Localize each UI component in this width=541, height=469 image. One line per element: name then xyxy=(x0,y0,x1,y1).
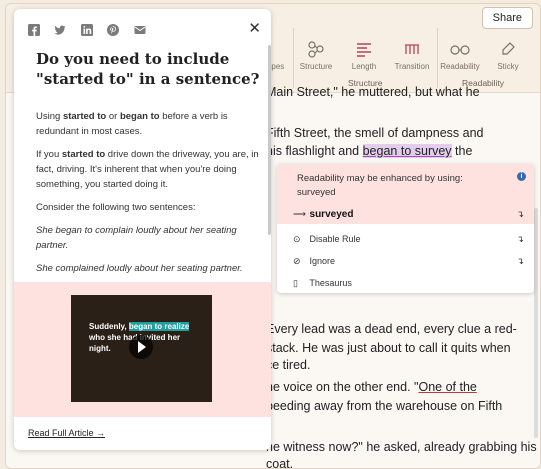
suggestion-card: Readability may be enhanced by using: su… xyxy=(277,164,534,293)
flagged-phrase[interactable]: One of the xyxy=(418,380,476,394)
book-icon: ▯ xyxy=(293,278,298,288)
article-title: Do you need to include "started to" in a… xyxy=(36,50,260,88)
text: She began to complain loudly about her s… xyxy=(36,225,237,251)
text: Disable Rule xyxy=(309,234,361,244)
example-sentence: She complained loudly about her seating … xyxy=(36,261,261,276)
doc-text: the xyxy=(455,144,473,158)
tool-label: Structure xyxy=(299,62,333,71)
tool-label: Sticky xyxy=(497,62,519,71)
close-icon[interactable]: ✕ xyxy=(248,19,261,37)
text: started to xyxy=(61,149,106,160)
share-icons xyxy=(28,23,156,41)
doc-line: Fifth Street, the smell of dampness and xyxy=(266,126,484,140)
text: surveyed xyxy=(309,209,354,220)
text: or xyxy=(106,111,120,122)
tool-sticky[interactable]: Sticky xyxy=(484,40,532,71)
replacement-option[interactable]: ⟶ surveyed xyxy=(293,209,353,220)
document-scrollbar[interactable] xyxy=(534,208,538,438)
sticky-icon xyxy=(484,40,532,58)
tool-label: Readability xyxy=(440,62,480,71)
length-icon xyxy=(340,40,388,58)
tool-transition[interactable]: Transition xyxy=(388,40,436,71)
structure-icon xyxy=(292,40,340,58)
text: Using xyxy=(36,111,63,122)
play-icon[interactable] xyxy=(129,335,153,359)
transition-icon xyxy=(388,40,436,58)
twitter-icon[interactable] xyxy=(54,23,66,35)
article-paragraph: Using started to or began to before a ve… xyxy=(36,109,261,139)
text: Thesaurus xyxy=(309,278,352,288)
text: She complained loudly about her seating … xyxy=(36,263,243,274)
linkedin-icon[interactable] xyxy=(80,23,93,36)
flagged-phrase[interactable]: began to survey xyxy=(362,144,452,158)
apply-icon[interactable]: ↴ xyxy=(516,234,524,245)
article-paragraph: If you started to drive down the drivewa… xyxy=(36,147,261,192)
doc-line: he witness now?" he asked, already grabb… xyxy=(266,440,537,454)
article-body: Using started to or began to before a ve… xyxy=(36,109,261,284)
tool-structure[interactable]: Structure xyxy=(292,40,340,71)
text: began to xyxy=(119,111,160,122)
text: Suddenly, xyxy=(89,322,129,331)
arrow-right-icon: ⟶ xyxy=(293,209,306,219)
eye-off-icon: ⊘ xyxy=(293,256,301,266)
video-player[interactable]: Suddenly, began to realize who she had i… xyxy=(71,295,212,402)
doc-line: Every lead was a dead end, every clue a … xyxy=(266,322,517,336)
disable-rule-option[interactable]: ⊙ Disable Rule xyxy=(293,234,361,245)
tool-label: Length xyxy=(351,62,377,71)
tool-readability[interactable]: Readability xyxy=(436,40,484,71)
thesaurus-option[interactable]: ▯ Thesaurus xyxy=(293,278,352,289)
doc-text: his flashlight and xyxy=(266,144,360,158)
glasses-icon xyxy=(436,40,484,58)
facebook-icon[interactable] xyxy=(28,23,40,36)
text: Read Full Article xyxy=(28,428,94,438)
apply-icon[interactable]: ↴ xyxy=(516,209,524,220)
doc-line: his flashlight and began to survey the xyxy=(266,144,472,158)
read-full-article-link[interactable]: Read Full Article → xyxy=(28,428,105,438)
tool-length[interactable]: Length xyxy=(340,40,388,71)
info-icon[interactable]: i xyxy=(517,172,526,181)
article-paragraph: Consider the following two sentences: xyxy=(36,202,196,213)
suggestion-message: Readability may be enhanced by using: su… xyxy=(297,173,463,198)
app-window: Share Tropes Structure Length Transition… xyxy=(5,3,541,469)
email-icon[interactable] xyxy=(134,23,146,35)
pinterest-icon[interactable] xyxy=(107,23,120,36)
apply-icon[interactable]: ↴ xyxy=(516,256,524,267)
doc-text: he voice on the other end. " xyxy=(266,380,419,394)
doc-line: ce tired. xyxy=(266,358,311,372)
text: Ignore xyxy=(309,256,336,266)
text: started to xyxy=(62,111,107,122)
doc-line: coat. xyxy=(266,457,294,469)
example-sentence: She began to complain loudly about her s… xyxy=(36,223,261,253)
doc-line: stack. He was just about to call it quit… xyxy=(266,341,511,355)
text: began to realize xyxy=(128,322,190,331)
arrow-right-icon: → xyxy=(96,428,106,438)
doc-line: he voice on the other end. "One of the xyxy=(266,380,477,394)
article-scrollbar[interactable] xyxy=(268,45,271,235)
ignore-option[interactable]: ⊘ Ignore xyxy=(293,256,335,267)
video-section: Suddenly, began to realize who she had i… xyxy=(14,282,271,417)
tool-label: Transition xyxy=(394,62,430,71)
doc-line: peeding away from the warehouse on Fifth xyxy=(266,399,503,413)
share-button[interactable]: Share xyxy=(481,7,533,29)
doc-line: Main Street," he muttered, but what he xyxy=(266,85,480,99)
disable-icon: ⊙ xyxy=(293,234,301,244)
text: If you xyxy=(36,149,62,160)
article-panel: ✕ Do you need to include "started to" in… xyxy=(14,9,271,450)
